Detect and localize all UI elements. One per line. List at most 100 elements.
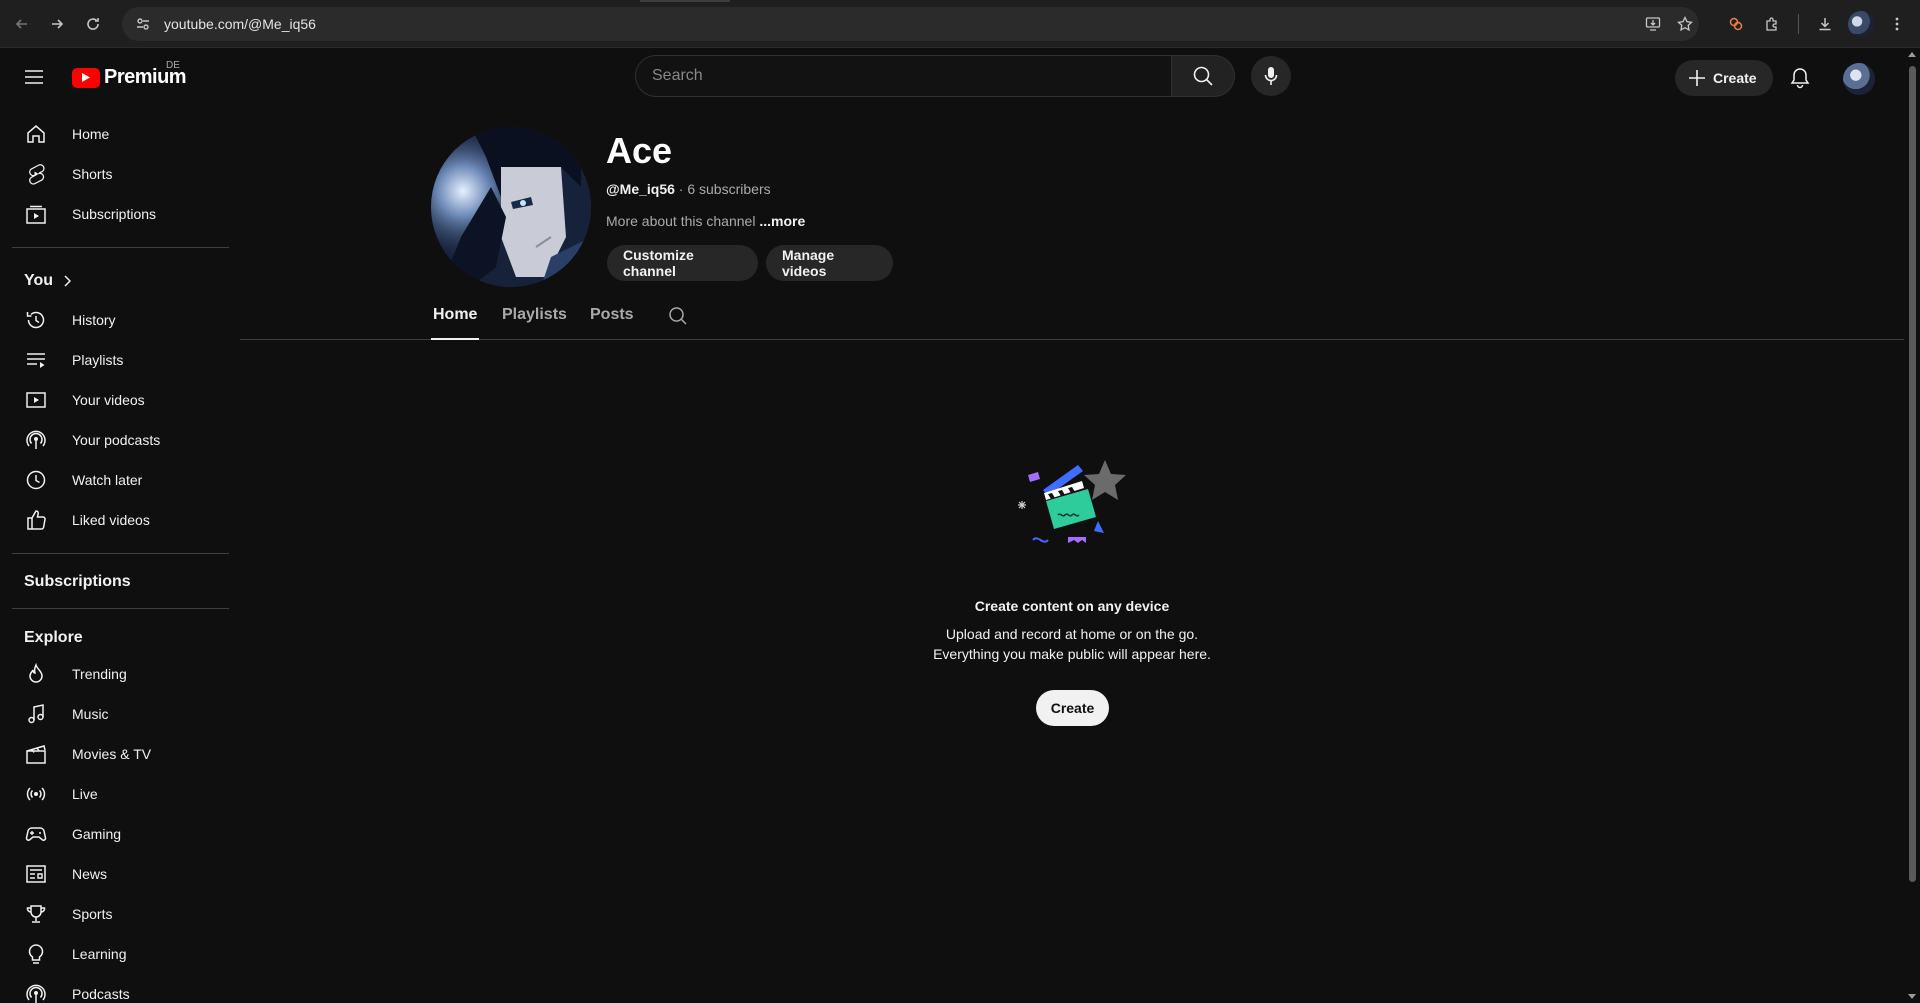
subscriptions-icon [24,202,48,226]
voice-search-button[interactable] [1251,56,1291,96]
browser-toolbar: youtube.com/@Me_iq56 [0,0,1920,48]
scroll-up-icon[interactable] [1908,52,1916,57]
reload-icon[interactable] [79,10,107,38]
search-icon[interactable] [667,305,691,329]
sidebar-item-watch-later[interactable]: Watch later [12,460,228,500]
about-text: More about this channel [606,213,756,229]
sidebar-item-label: Liked videos [72,512,150,528]
sidebar-item-podcasts[interactable]: Podcasts [12,974,228,1003]
sidebar-item-label: Gaming [72,826,122,842]
clapperboard-illustration [1008,455,1138,565]
sidebar-item-subscriptions[interactable]: Subscriptions [12,194,228,234]
scroll-down-icon[interactable] [1908,994,1916,999]
podcasts-icon [24,428,48,452]
sidebar-item-label: Playlists [72,352,124,368]
create-button[interactable]: Create [1675,60,1773,96]
sidebar-item-label: News [72,866,108,882]
profile-icon[interactable] [1848,11,1874,37]
site-info-icon[interactable] [132,13,154,35]
empty-state-line-1: Upload and record at home or on the go. [945,626,1199,642]
search-input[interactable] [636,56,1171,96]
sidebar-you-heading[interactable]: You [24,272,72,290]
sidebar-item-home[interactable]: Home [12,114,228,154]
sidebar-item-sports[interactable]: Sports [12,894,228,934]
search-button[interactable] [1171,55,1235,97]
shorts-icon [24,162,48,186]
channel-avatar[interactable] [431,127,591,287]
subscriber-count: · 6 subscribers [678,181,771,197]
sidebar-item-movies-tv[interactable]: Movies & TV [12,734,228,774]
sidebar-item-live[interactable]: Live [12,774,228,814]
sidebar-item-liked-videos[interactable]: Liked videos [12,500,228,540]
tab-posts[interactable]: Posts [590,306,634,324]
empty-state-create-button[interactable]: Create [1036,690,1109,726]
toolbar-separator [1798,14,1799,34]
bookmark-star-icon[interactable] [1674,13,1696,35]
page-scrollbar[interactable] [1904,48,1920,1003]
sidebar-item-history[interactable]: History [12,300,228,340]
trending-icon [24,662,48,686]
menu-icon[interactable] [20,63,48,91]
scrollbar-thumb[interactable] [1909,66,1916,882]
podcasts-icon [24,982,48,1003]
explore-heading-label: Explore [24,629,83,646]
extension-icon[interactable] [1723,11,1749,37]
sidebar-item-your-videos[interactable]: Your videos [12,380,228,420]
youtube-header: Premium DE Create [0,48,1904,104]
sidebar-divider [12,553,229,554]
back-icon[interactable] [8,10,36,38]
sidebar-item-label: Shorts [72,166,113,182]
sidebar-item-label: Music [72,706,109,722]
notifications-button[interactable] [1782,60,1818,96]
sidebar-subscriptions-heading: Subscriptions [24,573,131,591]
sidebar-item-playlists[interactable]: Playlists [12,340,228,380]
address-bar[interactable]: youtube.com/@Me_iq56 [122,7,1699,41]
sidebar-item-label: Trending [72,666,127,682]
forward-icon[interactable] [43,10,71,38]
sidebar-item-label: Subscriptions [72,206,157,222]
music-icon [24,702,48,726]
sidebar-item-trending[interactable]: Trending [12,654,228,694]
customize-channel-button[interactable]: Customize channel [607,245,758,281]
history-icon [24,308,48,332]
trophy-icon [24,902,48,926]
sidebar-item-label: Your podcasts [72,432,161,448]
sidebar-item-label: Home [72,126,110,142]
chevron-right-icon [64,275,72,287]
url-text[interactable]: youtube.com/@Me_iq56 [164,16,316,32]
sidebar-item-news[interactable]: News [12,854,228,894]
microphone-icon [1264,67,1278,85]
active-tab-underline [431,338,479,340]
youtube-logo[interactable]: Premium DE [72,60,187,89]
gaming-icon [24,822,48,846]
anime-character-avatar-image [431,127,591,287]
home-icon [24,122,48,146]
channel-name: Ace [606,130,673,171]
channel-about[interactable]: More about this channel ...more [606,213,805,229]
manage-videos-button[interactable]: Manage videos [766,245,893,281]
play-logo-icon [72,67,100,88]
sidebar-item-label: Sports [72,906,113,922]
sidebar-item-gaming[interactable]: Gaming [12,814,228,854]
lightbulb-icon [24,942,48,966]
sidebar-item-label: Learning [72,946,127,962]
sidebar-item-shorts[interactable]: Shorts [12,154,228,194]
thumbs-up-icon [24,508,48,532]
puzzle-icon[interactable] [1759,11,1785,37]
sidebar-item-music[interactable]: Music [12,694,228,734]
tab-home[interactable]: Home [433,306,477,324]
sidebar-item-label: Watch later [72,472,143,488]
tab-playlists[interactable]: Playlists [502,306,567,324]
sidebar-item-learning[interactable]: Learning [12,934,228,974]
account-avatar[interactable] [1843,63,1875,95]
more-link[interactable]: ...more [759,213,805,229]
download-icon[interactable] [1812,11,1838,37]
live-icon [24,782,48,806]
sidebar-item-your-podcasts[interactable]: Your podcasts [12,420,228,460]
more-vert-icon[interactable] [1884,11,1910,37]
channel-tabs: Home Playlists Posts [240,298,1904,340]
clock-icon [24,468,48,492]
sidebar-divider [12,608,229,609]
clapperboard-icon [24,742,48,766]
install-app-icon[interactable] [1642,13,1664,35]
